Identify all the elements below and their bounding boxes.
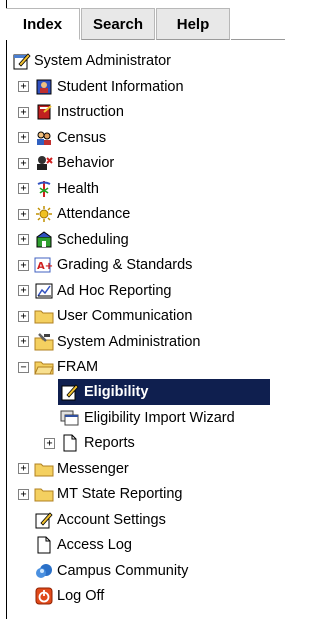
tree-node-census[interactable]: + Census [0,126,285,150]
expand-icon[interactable]: + [18,157,29,169]
tree-node-label: Attendance [57,206,131,222]
tree-node-label: Health [57,180,99,197]
tree-node-campus-community[interactable]: Campus Community [0,559,285,583]
folder-icon [34,306,54,326]
tree-node-label: System Administration [57,333,201,350]
tree-node-log-off[interactable]: Log Off [0,584,285,608]
scheduling-icon [34,230,54,250]
tree-node-instruction[interactable]: + Instruction [0,100,285,124]
tree-node-root[interactable]: System Administrator [0,49,285,73]
tree-node-messenger[interactable]: + Messenger [0,457,285,481]
collapse-icon[interactable]: − [18,361,29,373]
census-icon [34,128,54,148]
tree-node-label: Grading & Standards [57,257,193,273]
tree-node-label: Census [57,129,107,146]
expand-icon[interactable]: + [18,183,29,194]
book-icon [34,102,54,122]
tree-node-label: MT State Reporting [57,486,183,502]
expand-icon[interactable]: + [18,336,29,347]
tab-search[interactable]: Search [81,8,155,40]
caduceus-icon [34,179,54,199]
tree-node-label: Student Information [57,78,184,95]
folder-icon [34,459,54,479]
tree-node-eligibility-import-wizard[interactable]: Eligibility Import Wizard [0,406,285,430]
tree-node-label: Messenger [57,460,129,477]
grade-icon: A+ [34,255,54,275]
wizard-icon [60,408,80,428]
folder-tools-icon [34,332,54,352]
expand-icon[interactable]: + [18,234,29,245]
tree-node-behavior[interactable]: + Behavior [0,151,285,175]
expand-icon[interactable]: + [18,106,29,118]
expand-icon[interactable]: + [18,310,29,322]
expand-icon[interactable]: + [18,285,29,296]
tree-node-user-communication[interactable]: + User Communication [0,304,285,328]
tab-bar: Index Search Help [6,8,285,40]
tree-node-label: Behavior [57,155,115,171]
folder-icon [34,484,54,504]
tree-node-attendance[interactable]: + Attendance [0,202,285,226]
svg-text:A+: A+ [37,261,53,272]
tree-node-ad-hoc-reporting[interactable]: + Ad Hoc Reporting [0,279,285,303]
tree-node-label: Eligibility [82,382,151,402]
tree-node-eligibility[interactable]: Eligibility [0,380,285,404]
power-icon [34,586,54,606]
tree-node-system-administration[interactable]: + System Administration [0,330,285,354]
tree-node-access-log[interactable]: Access Log [0,533,285,557]
expand-icon[interactable]: + [18,259,29,271]
attendance-icon [34,204,54,224]
edit-icon [34,510,54,530]
tree-node-label: Access Log [57,537,132,553]
tree-node-reports[interactable]: + Reports [0,431,285,455]
tree-node-label: System Administrator [34,53,171,69]
chart-icon [34,281,54,301]
folder-open-icon [34,357,54,377]
expand-icon[interactable]: + [44,437,55,449]
tree-node-label: Eligibility Import Wizard [84,409,235,426]
tree-node-grading-standards[interactable]: + A+ Grading & Standards [0,253,285,277]
document-icon [60,433,80,453]
tree-node-label: Campus Community [57,562,189,579]
tab-help[interactable]: Help [156,8,230,40]
expand-icon[interactable]: + [18,208,29,220]
expand-icon[interactable]: + [18,81,29,92]
behavior-icon [34,153,54,173]
expand-icon[interactable]: + [18,132,29,143]
tree-node-student-information[interactable]: + Student Information [0,75,285,99]
tree-node-label: Ad Hoc Reporting [57,282,172,299]
tree-node-account-settings[interactable]: Account Settings [0,508,285,532]
tree-node-scheduling[interactable]: + Scheduling [0,228,285,252]
tree-node-label: FRAM [57,359,99,375]
community-icon [34,561,54,581]
tab-bar-filler [231,8,285,40]
expand-icon[interactable]: + [18,488,29,500]
tree-node-label: Scheduling [57,231,129,248]
tree-node-fram[interactable]: − FRAM [0,355,285,379]
tree-node-label: Log Off [57,588,105,604]
tree-node-label: Instruction [57,104,124,120]
edit-icon [12,51,32,71]
tree-node-mt-state-reporting[interactable]: + MT State Reporting [0,482,285,506]
tab-index[interactable]: Index [6,8,80,40]
tree-node-health[interactable]: + Health [0,177,285,201]
tree-node-label: Reports [84,435,135,451]
document-icon [34,535,54,555]
tree-node-label: User Communication [57,308,193,324]
student-icon [34,77,54,97]
tree-node-label: Account Settings [57,511,166,528]
expand-icon[interactable]: + [18,463,29,474]
edit-icon [60,382,80,402]
